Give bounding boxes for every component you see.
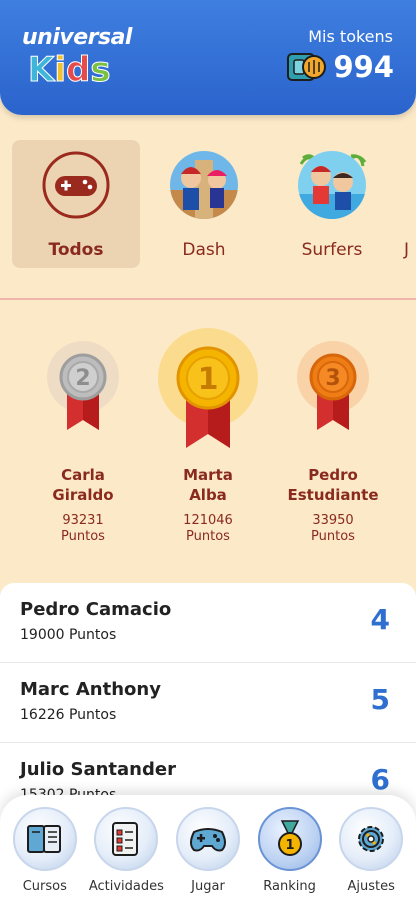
tokens-value: 994 (333, 50, 394, 84)
player-rank: 4 (370, 603, 390, 636)
player-points: 19000 Puntos (20, 627, 117, 643)
logo-letter: d (66, 50, 91, 90)
app-header: universal K i d s Mis tokens 994 (0, 0, 416, 115)
podium-third[interactable]: 3 Pedro Estudiante 33950 Puntos (268, 330, 398, 560)
nav-cursos[interactable]: Cursos (5, 807, 85, 900)
gear-icon (358, 826, 385, 852)
silver-medal-icon: 2 (47, 341, 119, 430)
nav-label: Ajustes (347, 879, 395, 894)
medal-number: 2 (75, 366, 90, 391)
player-name: Julio Santander (20, 759, 176, 780)
player-name: Pedro Camacio (20, 599, 172, 620)
game-category-selector: Todos Dash Surfers J (12, 140, 416, 268)
medal-number: 1 (198, 362, 219, 397)
category-label: J (404, 240, 410, 260)
nav-button[interactable] (12, 807, 77, 871)
logo-text-bottom: K i d s (27, 50, 112, 90)
token-ticket-coin-icon (287, 53, 327, 81)
podium-name-line1: Carla (61, 466, 105, 484)
nav-button[interactable] (94, 807, 159, 871)
logo-letter: i (54, 50, 67, 90)
logo-text-top: universal (22, 25, 132, 50)
gold-medal-icon: 1 (158, 328, 258, 448)
category-label: Dash (182, 240, 226, 260)
gamepad-icon (42, 151, 110, 219)
nav-actividades[interactable]: Actividades (86, 807, 166, 900)
player-name: Marc Anthony (20, 679, 161, 700)
medal-number: 3 (325, 366, 340, 391)
top-three-podium: 2 Carla Giraldo 93231 Puntos 1 Marta Alb… (0, 328, 416, 560)
nav-jugar[interactable]: Jugar (168, 807, 248, 900)
ranking-list[interactable]: Pedro Camacio 19000 Puntos 4 Marc Anthon… (0, 583, 416, 823)
nav-label: Cursos (22, 879, 67, 894)
podium-name-line2: Estudiante (287, 486, 379, 504)
tokens-label: Mis tokens (308, 27, 393, 46)
category-partial[interactable]: J (396, 140, 416, 268)
gamepad-icon (189, 828, 226, 852)
list-item[interactable]: Pedro Camacio 19000 Puntos 4 (0, 583, 416, 663)
podium-first[interactable]: 1 Marta Alba 121046 Puntos (143, 328, 273, 560)
podium-name-line1: Pedro (308, 466, 358, 484)
bottom-navigation: Cursos Actividades Jugar 1 Ranking Ajust… (0, 795, 416, 900)
dash-characters-icon (170, 151, 238, 219)
podium-points-unit: Puntos (311, 529, 355, 544)
nav-button[interactable] (339, 807, 404, 871)
nav-ranking[interactable]: 1 Ranking (250, 807, 330, 900)
surfers-characters-icon (298, 151, 367, 219)
category-dash[interactable]: Dash (140, 140, 268, 268)
category-label: Todos (48, 240, 104, 260)
medal-icon: 1 (277, 820, 302, 856)
podium-name-line2: Alba (189, 486, 227, 504)
medal-number: 1 (285, 838, 294, 853)
podium-name-line1: Marta (183, 466, 233, 484)
category-todos[interactable]: Todos (12, 140, 140, 268)
nav-button[interactable]: 1 (257, 807, 322, 871)
nav-ajustes[interactable]: Ajustes (331, 807, 411, 900)
podium-points: 121046 (183, 513, 233, 528)
universal-kids-logo: universal K i d s (22, 25, 132, 92)
podium-points: 33950 (312, 513, 354, 528)
logo-letter: K (27, 50, 55, 90)
podium-name-line2: Giraldo (52, 486, 114, 504)
podium-second[interactable]: 2 Carla Giraldo 93231 Puntos (18, 330, 148, 560)
category-label: Surfers (301, 240, 363, 260)
nav-label: Jugar (191, 879, 225, 894)
book-icon (26, 825, 61, 853)
player-rank: 6 (370, 763, 390, 796)
nav-label: Actividades (88, 879, 164, 894)
list-item[interactable]: Marc Anthony 16226 Puntos 5 (0, 663, 416, 743)
checklist-icon (112, 822, 139, 856)
logo-letter: s (90, 50, 111, 90)
podium-points: 93231 (62, 513, 104, 528)
podium-points-unit: Puntos (186, 529, 230, 544)
nav-label: Ranking (263, 879, 316, 894)
section-divider (0, 298, 416, 300)
bronze-medal-icon: 3 (297, 341, 369, 430)
player-rank: 5 (370, 683, 390, 716)
category-surfers[interactable]: Surfers (268, 140, 396, 268)
tokens-display[interactable]: 994 (287, 50, 394, 84)
nav-button[interactable] (175, 807, 240, 871)
podium-points-unit: Puntos (61, 529, 105, 544)
player-points: 16226 Puntos (20, 707, 117, 723)
